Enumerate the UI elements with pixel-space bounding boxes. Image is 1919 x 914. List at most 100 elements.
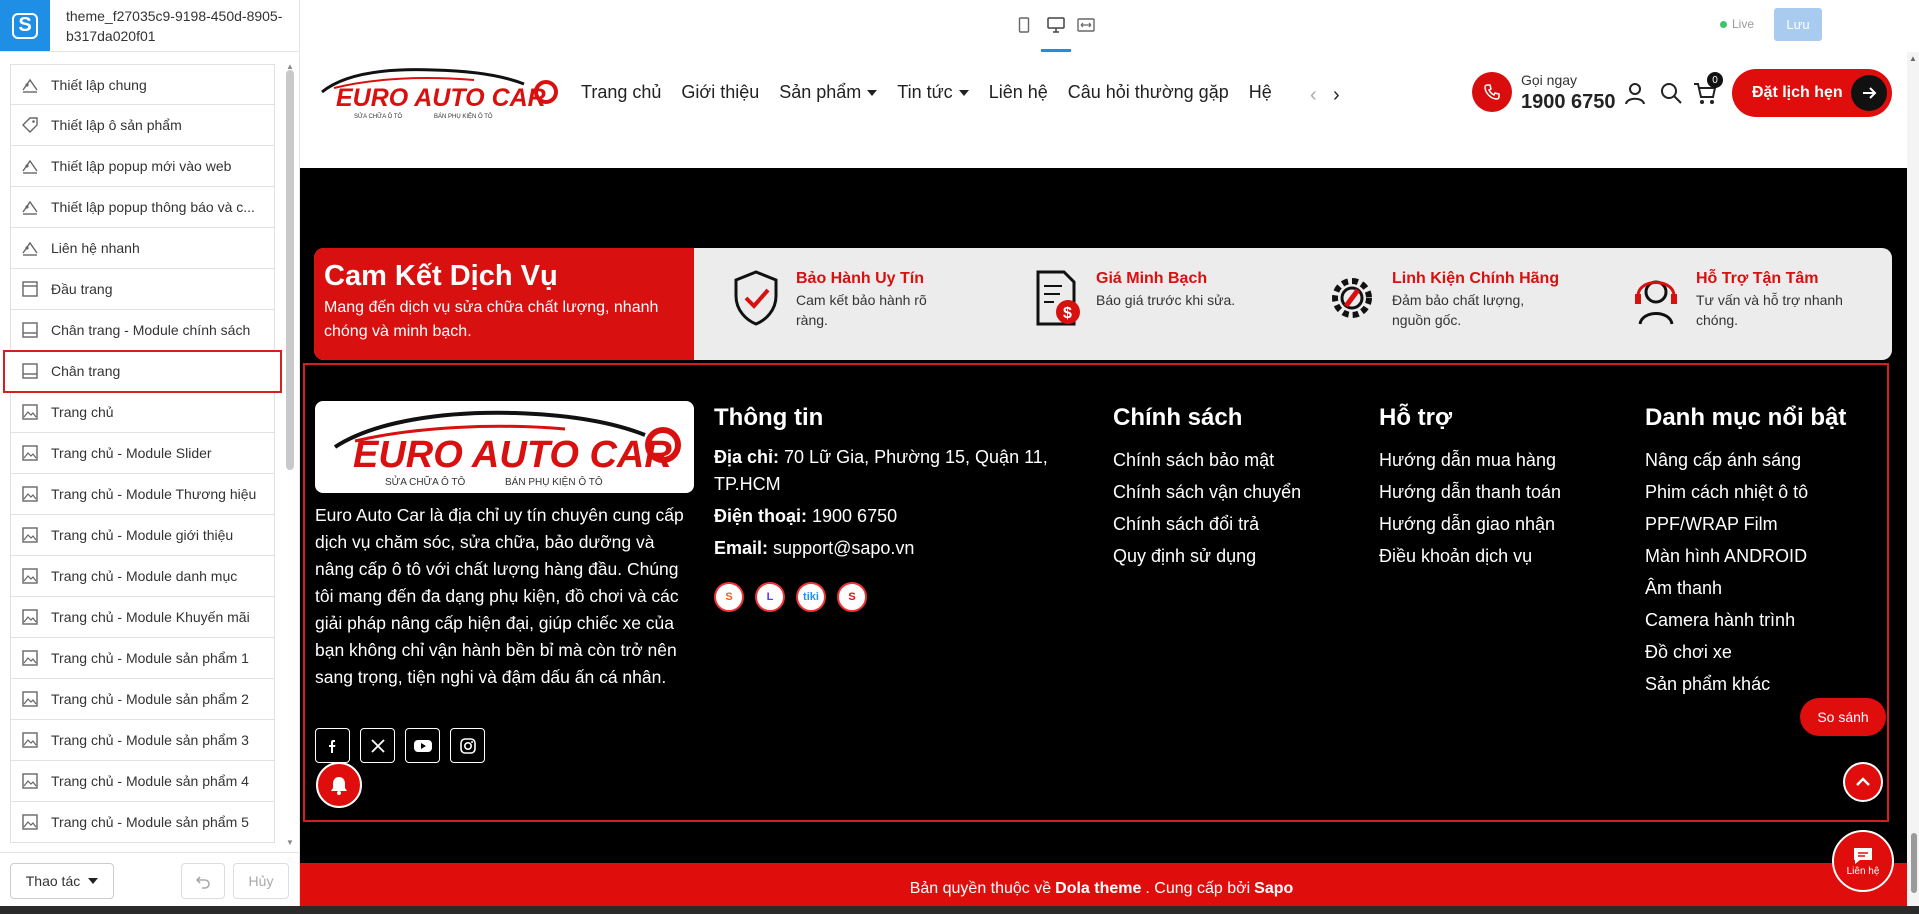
footer-link[interactable]: Chính sách bảo mật bbox=[1113, 444, 1301, 476]
footer-link[interactable]: Phim cách nhiệt ô tô bbox=[1645, 476, 1808, 508]
nav-prev-arrow-icon[interactable]: ‹ bbox=[1310, 84, 1317, 107]
cancel-button[interactable]: Hủy bbox=[233, 863, 289, 899]
svg-text:BÁN PHỤ KIỆN Ô TÔ: BÁN PHỤ KIỆN Ô TÔ bbox=[434, 112, 493, 120]
sidebar-item[interactable]: Thiết lập popup mới vào web bbox=[10, 146, 275, 187]
footer-link[interactable]: Chính sách đổi trả bbox=[1113, 508, 1301, 540]
nav-next-arrow-icon[interactable]: › bbox=[1333, 84, 1340, 107]
fullwidth-view-button[interactable] bbox=[1075, 14, 1097, 36]
footer-link[interactable]: Màn hình ANDROID bbox=[1645, 540, 1808, 572]
sidebar-footer: Thao tác Hủy bbox=[0, 852, 299, 914]
sidebar-item[interactable]: Liên hệ nhanh bbox=[10, 228, 275, 269]
image-icon bbox=[22, 486, 38, 502]
shopee-icon[interactable]: S bbox=[714, 582, 744, 612]
phone-icon[interactable] bbox=[1472, 72, 1512, 112]
undo-button[interactable] bbox=[181, 863, 225, 899]
sidebar-item-label: Thiết lập ô sản phẩm bbox=[51, 117, 182, 133]
save-button[interactable]: Lưu bbox=[1774, 8, 1822, 41]
nav-item[interactable]: Hệ bbox=[1249, 82, 1272, 103]
footer-link[interactable]: Điều khoản dịch vụ bbox=[1379, 540, 1561, 572]
header-phone-number[interactable]: 1900 6750 bbox=[1521, 91, 1616, 114]
contact-chat-button[interactable]: Liên hệ bbox=[1832, 830, 1894, 892]
compare-button[interactable]: So sánh bbox=[1800, 698, 1886, 736]
nav-item[interactable]: Tin tức bbox=[897, 82, 969, 103]
footer-link[interactable]: Chính sách vận chuyển bbox=[1113, 476, 1301, 508]
sapo-link[interactable]: Sapo bbox=[1254, 880, 1293, 898]
service-item: Linh Kiện Chính Hãng Đảm bảo chất lượng, … bbox=[1326, 268, 1559, 330]
main-navigation: Trang chủ Giới thiệu Sản phẩm Tin tức Liên h… bbox=[581, 82, 1272, 103]
footer-link[interactable]: Sản phẩm khác bbox=[1645, 668, 1808, 700]
youtube-icon[interactable] bbox=[405, 728, 440, 763]
lazada-icon[interactable]: L bbox=[755, 582, 785, 612]
dola-theme-link[interactable]: Dola theme bbox=[1055, 880, 1141, 898]
book-appointment-button[interactable]: Đặt lịch hẹn bbox=[1732, 69, 1892, 117]
x-icon[interactable] bbox=[360, 728, 395, 763]
sidebar-item[interactable]: Thiết lập ô sản phẩm bbox=[10, 105, 275, 146]
sidebar-item[interactable]: Trang chủ - Module giới thiệu bbox=[10, 515, 275, 556]
sidebar-item[interactable]: Trang chủ - Module Slider bbox=[10, 433, 275, 474]
sidebar-item-label: Trang chủ - Module giới thiệu bbox=[51, 527, 234, 543]
preview-scrollbar-thumb[interactable] bbox=[1911, 833, 1917, 893]
footer-link[interactable]: Hướng dẫn thanh toán bbox=[1379, 476, 1561, 508]
sidebar-item[interactable]: Trang chủ bbox=[10, 392, 275, 433]
scroll-down-arrow-icon[interactable]: ▼ bbox=[286, 838, 294, 847]
instagram-icon[interactable] bbox=[450, 728, 485, 763]
sidebar-scrollbar[interactable] bbox=[286, 70, 294, 470]
service-item-title: Linh Kiện Chính Hãng bbox=[1392, 270, 1560, 287]
nav-item[interactable]: Liên hệ bbox=[989, 82, 1048, 103]
footer-link[interactable]: Camera hành trình bbox=[1645, 604, 1808, 636]
service-commitment-band: Cam Kết Dịch Vụ Mang đến dịch vụ sửa chữ… bbox=[314, 248, 1892, 360]
sidebar-item[interactable]: Trang chủ - Module sản phẩm 2 bbox=[10, 679, 275, 720]
nav-item[interactable]: Sản phẩm bbox=[779, 82, 878, 103]
sidebar-item-label: Thiết lập chung bbox=[51, 76, 147, 93]
sidebar-item[interactable]: Đầu trang bbox=[10, 269, 275, 310]
sliders-icon bbox=[22, 241, 38, 256]
footer-icon bbox=[22, 363, 38, 379]
book-appointment-label: Đặt lịch hẹn bbox=[1752, 84, 1843, 101]
sidebar-item[interactable]: Thiết lập popup thông báo và c... bbox=[10, 187, 275, 228]
tiki-icon[interactable]: tiki bbox=[796, 582, 826, 612]
footer-link[interactable]: PPF/WRAP Film bbox=[1645, 508, 1808, 540]
sidebar-item[interactable]: Trang chủ - Module danh mục bbox=[10, 556, 275, 597]
footer-link[interactable]: Nâng cấp ánh sáng bbox=[1645, 444, 1808, 476]
service-item-text: Đảm bảo chất lượng, nguồn gốc. bbox=[1392, 292, 1525, 328]
nav-item[interactable]: Câu hỏi thường gặp bbox=[1068, 82, 1229, 103]
search-icon[interactable] bbox=[1658, 80, 1684, 106]
svg-text:SỬA CHỮA Ô TÔ: SỬA CHỮA Ô TÔ bbox=[385, 475, 465, 488]
theme-name: theme_f27035c9-9198-450d-8905-b317da020f… bbox=[66, 8, 283, 44]
service-item-title: Giá Minh Bạch bbox=[1096, 270, 1208, 287]
sidebar-item[interactable]: Trang chủ - Module sản phẩm 1 bbox=[10, 638, 275, 679]
sidebar-item[interactable]: Thiết lập chung bbox=[10, 64, 275, 105]
account-icon[interactable] bbox=[1622, 80, 1648, 106]
footer-logo[interactable]: EURO AUTO CAR SỬA CHỮA Ô TÔ BÁN PHỤ KIỆN… bbox=[315, 401, 694, 493]
sidebar-section-list: Thiết lập chung Thiết lập ô sản phẩm Thiết… bbox=[3, 64, 282, 843]
facebook-icon[interactable] bbox=[315, 728, 350, 763]
live-dot-icon bbox=[1720, 20, 1727, 28]
footer-link[interactable]: Quy định sử dụng bbox=[1113, 540, 1301, 572]
sidebar-item[interactable]: Chân trang bbox=[3, 350, 282, 393]
back-to-top-icon[interactable] bbox=[1843, 762, 1883, 802]
desktop-view-button[interactable] bbox=[1045, 14, 1067, 36]
sidebar-item[interactable]: Trang chủ - Module Khuyến mãi bbox=[10, 597, 275, 638]
euro-auto-car-logo[interactable]: EURO AUTO CAR SỬA CHỮA Ô TÔ BÁN PHỤ KIỆN… bbox=[314, 62, 564, 122]
nav-item[interactable]: Giới thiệu bbox=[681, 82, 759, 103]
footer-link[interactable]: Âm thanh bbox=[1645, 572, 1808, 604]
svg-text:EURO AUTO CAR: EURO AUTO CAR bbox=[353, 434, 672, 476]
bell-icon[interactable] bbox=[316, 762, 362, 808]
sidebar-item[interactable]: Trang chủ - Module sản phẩm 3 bbox=[10, 720, 275, 761]
email-line: Email: support@sapo.vn bbox=[714, 538, 915, 558]
preview-scrollbar[interactable] bbox=[1907, 52, 1919, 914]
nav-item[interactable]: Trang chủ bbox=[581, 82, 661, 103]
scroll-up-arrow-icon[interactable]: ▲ bbox=[1909, 54, 1917, 63]
mobile-view-button[interactable] bbox=[1013, 14, 1035, 36]
footer-link[interactable]: Hướng dẫn giao nhận bbox=[1379, 508, 1561, 540]
sidebar-item[interactable]: Chân trang - Module chính sách bbox=[10, 310, 275, 351]
service-item: $ Giá Minh Bạch Báo giá trước khi sửa. bbox=[1030, 268, 1256, 328]
sidebar-item[interactable]: Trang chủ - Module Thương hiệu bbox=[10, 474, 275, 515]
sidebar-item[interactable]: Trang chủ - Module sản phẩm 4 bbox=[10, 761, 275, 802]
actions-dropdown-button[interactable]: Thao tác bbox=[10, 863, 114, 899]
sidebar-item[interactable]: Trang chủ - Module sản phẩm 5 bbox=[10, 802, 275, 843]
footer-link[interactable]: Hướng dẫn mua hàng bbox=[1379, 444, 1561, 476]
phone-glyph bbox=[1484, 84, 1500, 100]
footer-link[interactable]: Đồ chơi xe bbox=[1645, 636, 1808, 668]
sendo-icon[interactable]: S bbox=[837, 582, 867, 612]
